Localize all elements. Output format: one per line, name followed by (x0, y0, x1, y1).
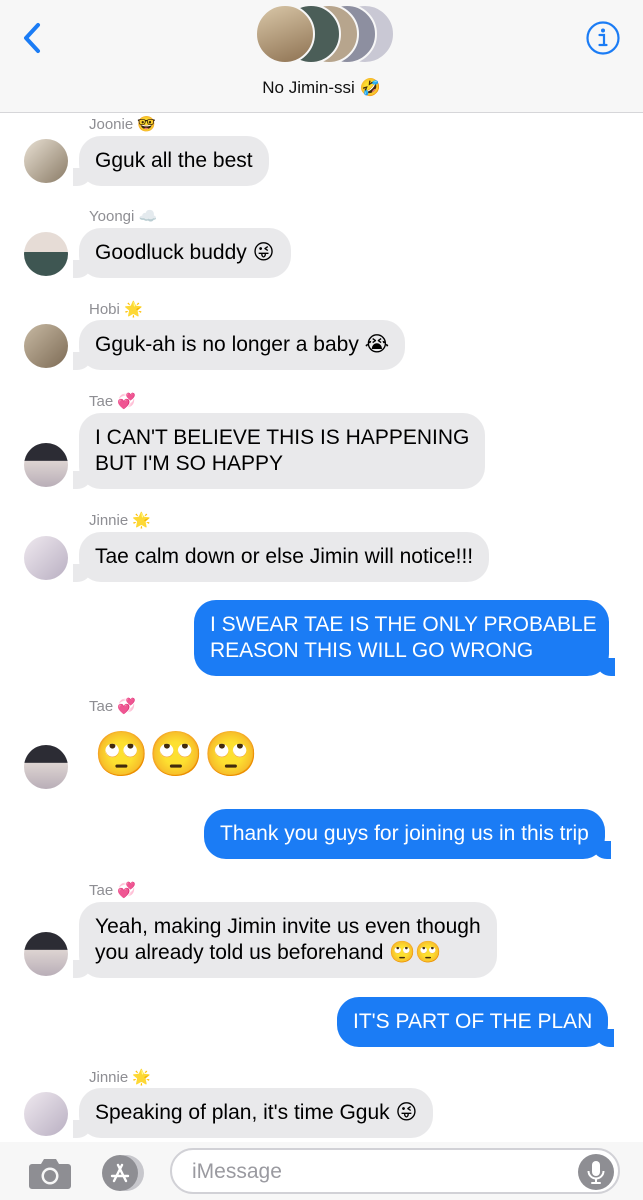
avatar[interactable] (24, 1092, 68, 1136)
info-button[interactable] (585, 20, 621, 56)
back-button[interactable] (18, 20, 48, 56)
avatar[interactable] (24, 139, 68, 183)
app-store-icon (102, 1155, 144, 1191)
message-bubble[interactable]: Gguk-ah is no longer a baby 😭 (72, 320, 406, 370)
message-line: you already told us beforehand 🙄🙄 (95, 941, 442, 964)
camera-icon (29, 1159, 71, 1189)
group-avatars[interactable] (255, 4, 395, 66)
sender-name: Tae 💞 (89, 698, 137, 715)
sender-name: Hobi 🌟 (89, 301, 143, 318)
message-bubble[interactable]: Speaking of plan, it's time Gguk 😜 (72, 1088, 434, 1138)
message-bubble[interactable]: I SWEAR TAE IS THE ONLY PROBABLE REASON … (194, 600, 615, 676)
sender-name: Yoongi ☁️ (89, 208, 158, 225)
sender-name: Tae 💞 (89, 393, 137, 410)
chat-title[interactable]: No Jimin-ssi 🤣 (0, 78, 643, 98)
sender-name: Jinnie 🌟 (89, 512, 152, 529)
avatar[interactable] (24, 745, 68, 789)
message-bubble[interactable]: IT'S PART OF THE PLAN (337, 997, 615, 1047)
sender-name: Joonie 🤓 (89, 116, 157, 133)
message-bubble[interactable]: Tae calm down or else Jimin will notice!… (72, 532, 490, 582)
message-line: Yeah, making Jimin invite us even though (95, 915, 481, 938)
message-line: I CAN'T BELIEVE THIS IS HAPPENING (95, 426, 470, 449)
avatar[interactable] (24, 324, 68, 368)
message-line: REASON THIS WILL GO WRONG (210, 639, 534, 662)
avatar[interactable] (24, 232, 68, 276)
message-bubble[interactable]: Yeah, making Jimin invite us even though… (73, 902, 497, 978)
sender-name: Tae 💞 (89, 882, 137, 899)
info-icon (586, 21, 620, 55)
microphone-icon (587, 1161, 605, 1184)
message-bubble[interactable]: Thank you guys for joining us in this tr… (204, 809, 611, 859)
chevron-left-icon (24, 23, 40, 53)
conversation-header: No Jimin-ssi 🤣 (0, 0, 643, 113)
message-bubble[interactable]: Goodluck buddy 😜 (73, 228, 291, 278)
sender-name: Jinnie 🌟 (89, 1069, 152, 1086)
message-line: BUT I'M SO HAPPY (95, 452, 283, 475)
emoji-message[interactable]: 🙄🙄🙄 (94, 730, 258, 780)
avatar[interactable] (24, 443, 68, 487)
message-line: I SWEAR TAE IS THE ONLY PROBABLE (210, 613, 597, 636)
avatar[interactable] (24, 932, 68, 976)
microphone-button[interactable] (578, 1154, 614, 1190)
app-store-button[interactable] (100, 1153, 146, 1193)
message-composer-bar (0, 1142, 643, 1200)
avatar[interactable] (24, 536, 68, 580)
group-avatar (255, 4, 315, 64)
message-bubble[interactable]: I CAN'T BELIEVE THIS IS HAPPENING BUT I'… (72, 413, 486, 489)
message-input-field[interactable] (170, 1148, 620, 1194)
message-bubble[interactable]: Gguk all the best (73, 136, 269, 186)
camera-button[interactable] (28, 1156, 72, 1190)
message-input[interactable] (192, 1160, 572, 1184)
